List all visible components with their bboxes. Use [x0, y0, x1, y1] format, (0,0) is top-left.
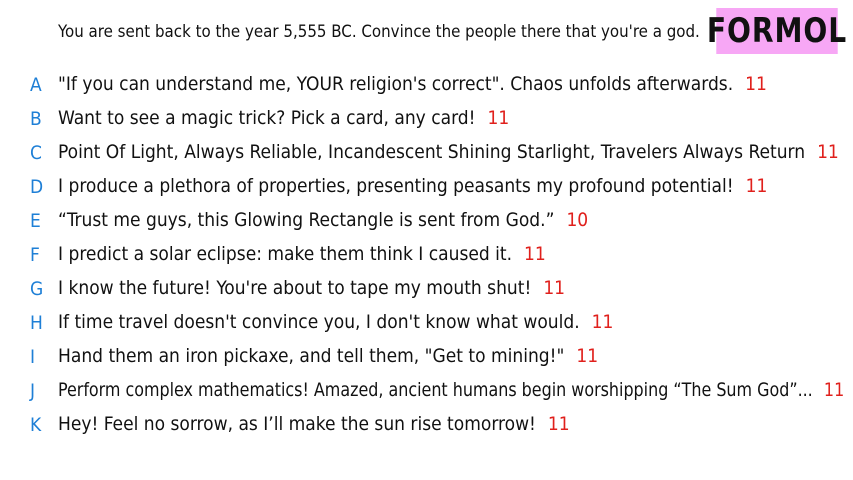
answer-score: 11: [817, 141, 839, 163]
answer-score: 10: [566, 209, 589, 231]
answer-text: Hand them an iron pickaxe, and tell them…: [58, 345, 565, 367]
answer-score: 11: [547, 413, 570, 435]
answer-score: 11: [823, 379, 845, 401]
answer-text: Point Of Light, Always Reliable, Incande…: [58, 141, 806, 163]
answer-letter: C: [30, 142, 42, 164]
answer-letter: H: [30, 312, 43, 334]
answer-text: Perform complex mathematics! Amazed, anc…: [58, 379, 813, 401]
answer-text-wrap: I produce a plethora of properties, pres…: [58, 175, 767, 197]
answer-row-i: I Hand them an iron pickaxe, and tell th…: [0, 343, 853, 377]
answer-row-c: C Point Of Light, Always Reliable, Incan…: [0, 139, 853, 173]
answer-row-k: K Hey! Feel no sorrow, as I’ll make the …: [0, 411, 853, 445]
answer-letter: I: [30, 346, 36, 368]
answer-text-wrap: “Trust me guys, this Glowing Rectangle i…: [58, 209, 588, 231]
answer-text-wrap: Want to see a magic trick? Pick a card, …: [58, 107, 509, 129]
answer-text-wrap: Perform complex mathematics! Amazed, anc…: [58, 379, 844, 401]
answer-text-wrap: "If you can understand me, YOUR religion…: [58, 73, 767, 95]
answer-text-wrap: I know the future! You're about to tape …: [58, 277, 565, 299]
answer-letter: A: [30, 74, 42, 96]
answer-score: 11: [745, 73, 767, 95]
answer-row-f: F I predict a solar eclipse: make them t…: [0, 241, 853, 275]
formol-logo: FORMOL: [707, 8, 846, 54]
answer-letter: E: [30, 210, 41, 232]
answer-score: 11: [487, 107, 510, 129]
prompt-text: You are sent back to the year 5,555 BC. …: [58, 22, 700, 42]
answer-text-wrap: I predict a solar eclipse: make them thi…: [58, 243, 546, 265]
answer-score: 11: [543, 277, 566, 299]
answer-text: I predict a solar eclipse: make them thi…: [58, 243, 513, 265]
answer-row-h: H If time travel doesn't convince you, I…: [0, 309, 853, 343]
answer-score: 11: [576, 345, 599, 367]
answer-row-d: D I produce a plethora of properties, pr…: [0, 173, 853, 207]
answer-text: If time travel doesn't convince you, I d…: [58, 311, 580, 333]
answer-row-a: A "If you can understand me, YOUR religi…: [0, 71, 853, 105]
answer-text: "If you can understand me, YOUR religion…: [58, 73, 734, 95]
answer-row-j: J Perform complex mathematics! Amazed, a…: [0, 377, 853, 411]
answer-row-b: B Want to see a magic trick? Pick a card…: [0, 105, 853, 139]
answer-score: 11: [591, 311, 614, 333]
answer-letter: B: [30, 108, 42, 130]
answer-letter: D: [30, 176, 44, 198]
answer-text-wrap: Hey! Feel no sorrow, as I’ll make the su…: [58, 413, 570, 435]
answer-letter: F: [30, 244, 40, 266]
answer-text-wrap: Point Of Light, Always Reliable, Incande…: [58, 141, 839, 163]
answer-score: 11: [524, 243, 546, 265]
answer-text: Hey! Feel no sorrow, as I’ll make the su…: [58, 413, 536, 435]
answer-letter: J: [30, 380, 36, 402]
answer-score: 11: [745, 175, 768, 197]
answer-text: I produce a plethora of properties, pres…: [58, 175, 734, 197]
answer-list: A "If you can understand me, YOUR religi…: [0, 71, 853, 445]
answer-letter: G: [30, 278, 44, 300]
answer-letter: K: [30, 414, 42, 436]
answer-text-wrap: Hand them an iron pickaxe, and tell them…: [58, 345, 598, 367]
answer-row-g: G I know the future! You're about to tap…: [0, 275, 853, 309]
answer-text: Want to see a magic trick? Pick a card, …: [58, 107, 476, 129]
answer-text: I know the future! You're about to tape …: [58, 277, 532, 299]
answer-row-e: E “Trust me guys, this Glowing Rectangle…: [0, 207, 853, 241]
answer-text: “Trust me guys, this Glowing Rectangle i…: [58, 209, 555, 231]
answer-text-wrap: If time travel doesn't convince you, I d…: [58, 311, 613, 333]
